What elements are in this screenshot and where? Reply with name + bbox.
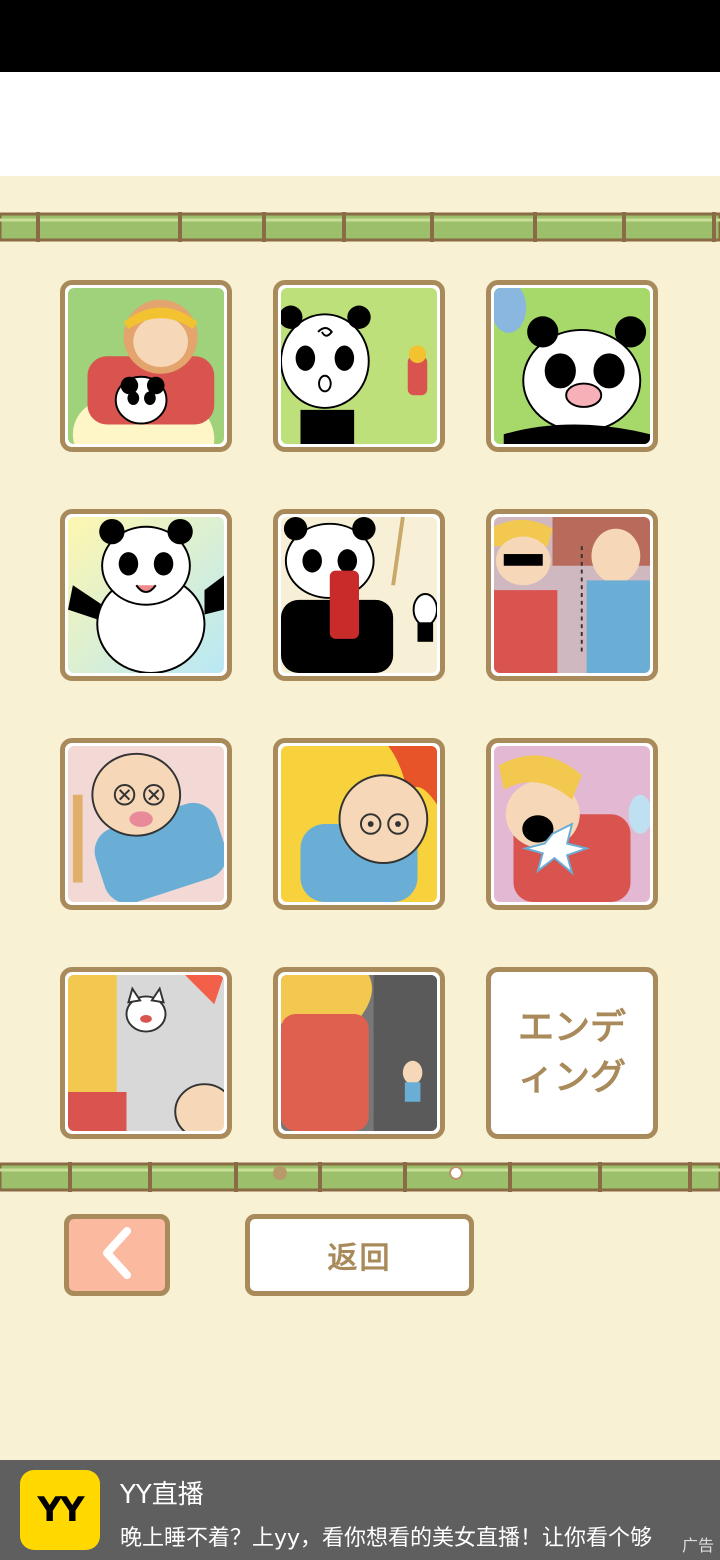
page-dot-1[interactable] — [273, 1166, 287, 1180]
gallery-tile-1[interactable] — [60, 280, 232, 452]
return-button-label: 返回 — [327, 1241, 392, 1276]
gallery-tile-7[interactable] — [60, 738, 232, 910]
chevron-left-icon — [97, 1223, 137, 1287]
gallery-tile-9[interactable] — [486, 738, 658, 910]
bamboo-divider-top — [0, 210, 720, 242]
top-blank-area — [0, 72, 720, 176]
gallery-tile-10[interactable] — [60, 967, 232, 1139]
yy-logo: YY — [20, 1470, 100, 1550]
status-bar — [0, 0, 720, 72]
pagination — [0, 1166, 720, 1186]
gallery-tile-8[interactable] — [273, 738, 445, 910]
gallery-tile-6[interactable] — [486, 509, 658, 681]
ad-banner[interactable]: YY YY直播 晚上睡不着？上yy，看你想看的美女直播！让你看个够 广告 — [0, 1460, 720, 1560]
return-button[interactable]: 返回 — [245, 1214, 474, 1296]
gallery-tile-5[interactable] — [273, 509, 445, 681]
ending-label: エンディング — [517, 1007, 626, 1098]
back-button[interactable] — [64, 1214, 170, 1296]
page-dot-2-active[interactable] — [449, 1166, 463, 1180]
gallery-tile-2[interactable] — [273, 280, 445, 452]
gallery-tile-11[interactable] — [273, 967, 445, 1139]
gallery-tile-4[interactable] — [60, 509, 232, 681]
ending-tile[interactable]: エンディング — [486, 967, 658, 1139]
gallery-screen: エンディング 返回 — [0, 176, 720, 1460]
ad-tag: 广告 — [681, 1536, 714, 1555]
ad-description: 晚上睡不着？上yy，看你想看的美女直播！让你看个够 — [120, 1526, 653, 1551]
ad-title: YY直播 — [120, 1480, 204, 1510]
gallery-tile-3[interactable] — [486, 280, 658, 452]
